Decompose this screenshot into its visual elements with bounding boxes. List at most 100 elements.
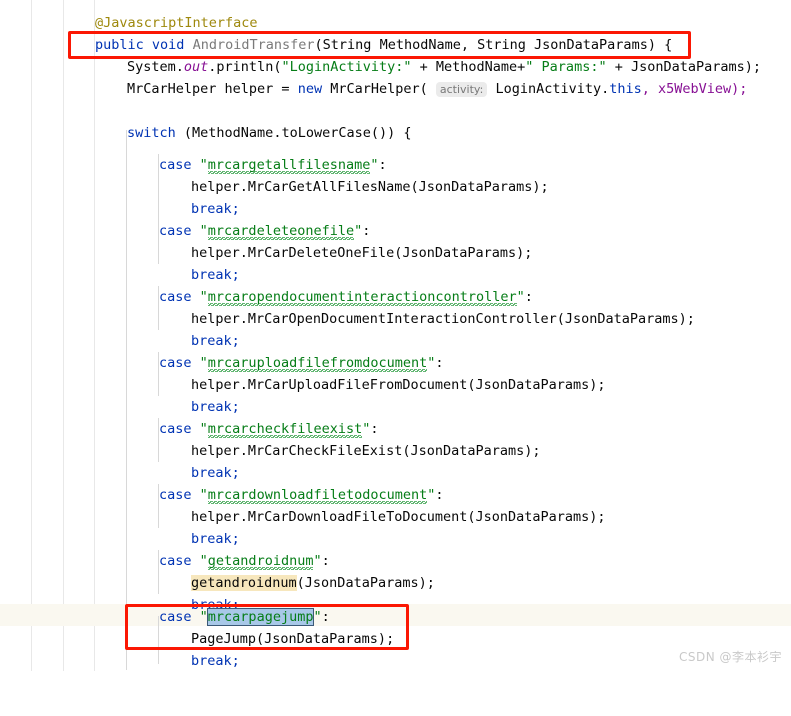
code-line-case-label[interactable]: case "mrcarcheckfileexist": bbox=[0, 418, 791, 440]
selected-text-mrcarpagejump[interactable]: mrcarpagejump bbox=[206, 608, 315, 626]
keyword-break: break; bbox=[191, 653, 240, 669]
code-line-break[interactable]: break; bbox=[0, 396, 791, 418]
code-line-break[interactable]: break; bbox=[0, 330, 791, 352]
param2-name: JsonDataParams bbox=[534, 37, 648, 53]
quote-open: " bbox=[199, 355, 208, 371]
case-label-text: mrcardownloadfiletodocument bbox=[207, 487, 428, 504]
code-line-case-label-getandroidnum[interactable]: case "getandroidnum": bbox=[0, 550, 791, 572]
quote-open: " bbox=[199, 157, 208, 173]
var-helper: helper = bbox=[216, 81, 298, 97]
static-field-out: out bbox=[183, 59, 209, 75]
arg-loginactivity: LoginActivity. bbox=[487, 81, 610, 97]
keyword-public: public bbox=[95, 37, 144, 53]
keyword-break: break; bbox=[191, 465, 240, 481]
keyword-new: new bbox=[297, 81, 323, 97]
call-arguments: (JsonDataParams); bbox=[296, 575, 435, 591]
code-line-switch[interactable]: switch (MethodName.toLowerCase()) { bbox=[0, 122, 791, 144]
keyword-break: break; bbox=[191, 333, 240, 349]
annotation-token: @JavascriptInterface bbox=[95, 15, 258, 31]
code-line-case-label[interactable]: case "mrcargetallfilesname": bbox=[0, 154, 791, 176]
keyword-case: case bbox=[159, 355, 192, 371]
case-body-call: helper.MrCarDownloadFileToDocument(JsonD… bbox=[191, 509, 606, 525]
highlighted-identifier-getandroidnum[interactable]: getandroidnum bbox=[191, 575, 297, 591]
type-MrCarHelper: MrCarHelper bbox=[127, 81, 217, 97]
keyword-break: break; bbox=[191, 531, 240, 547]
string-params: " Params:" bbox=[525, 59, 607, 75]
case-colon: : bbox=[378, 157, 387, 173]
code-line-break[interactable]: break; bbox=[0, 650, 791, 672]
keyword-this: this bbox=[609, 81, 642, 97]
code-line-case-body[interactable]: helper.MrCarDownloadFileToDocument(JsonD… bbox=[0, 506, 791, 528]
case-label-text: getandroidnum bbox=[207, 553, 314, 570]
param1-type: String bbox=[322, 37, 372, 53]
code-line-break[interactable]: break; bbox=[0, 264, 791, 286]
keyword-case: case bbox=[159, 223, 192, 239]
code-line-break[interactable]: break; bbox=[0, 462, 791, 484]
keyword-case: case bbox=[159, 157, 192, 173]
signature-open-brace: ) { bbox=[647, 37, 673, 53]
arg-x5webview: , x5WebView); bbox=[641, 81, 748, 97]
keyword-case: case bbox=[159, 609, 192, 625]
quote-close: " bbox=[313, 553, 322, 569]
method-name-AndroidTransfer: AndroidTransfer bbox=[192, 37, 315, 53]
case-body-call: helper.MrCarCheckFileExist(JsonDataParam… bbox=[191, 443, 541, 459]
keyword-break: break; bbox=[191, 201, 240, 217]
keyword-switch: switch bbox=[127, 125, 176, 141]
code-line-case-body[interactable]: helper.MrCarGetAllFilesName(JsonDataPara… bbox=[0, 176, 791, 198]
code-line-method-signature[interactable]: public void AndroidTransfer(String Metho… bbox=[0, 34, 791, 56]
quote-close: " bbox=[313, 609, 322, 625]
code-line-case-label[interactable]: case "mrcardownloadfiletodocument": bbox=[0, 484, 791, 506]
quote-open: " bbox=[199, 609, 208, 625]
keyword-case: case bbox=[159, 553, 192, 569]
quote-open: " bbox=[199, 289, 208, 305]
code-line-pagejump-call[interactable]: PageJump(JsonDataParams); bbox=[0, 628, 791, 650]
quote-open: " bbox=[199, 421, 208, 437]
code-editor[interactable]: @JavascriptInterface public void Android… bbox=[0, 0, 791, 671]
keyword-case: case bbox=[159, 487, 192, 503]
code-line-case-body[interactable]: helper.MrCarDeleteOneFile(JsonDataParams… bbox=[0, 242, 791, 264]
case-label-text: mrcaruploadfilefromdocument bbox=[207, 355, 428, 372]
csdn-watermark: CSDN @李本衫宇 bbox=[678, 650, 782, 664]
quote-open: " bbox=[199, 553, 208, 569]
code-line-case-body[interactable]: helper.MrCarOpenDocumentInteractionContr… bbox=[0, 308, 791, 330]
case-body-call: helper.MrCarUploadFileFromDocument(JsonD… bbox=[191, 377, 606, 393]
case-colon: : bbox=[321, 553, 330, 569]
code-line-break[interactable]: break; bbox=[0, 528, 791, 550]
quote-open: " bbox=[199, 223, 208, 239]
case-label-text: mrcargetallfilesname bbox=[207, 157, 371, 174]
code-line-case-label[interactable]: case "mrcaruploadfilefromdocument": bbox=[0, 352, 791, 374]
keyword-void: void bbox=[151, 37, 185, 53]
case-label-text: mrcaropendocumentinteractioncontroller bbox=[207, 289, 517, 306]
code-line-helper-declaration[interactable]: MrCarHelper helper = new MrCarHelper( ac… bbox=[0, 78, 791, 100]
case-colon: : bbox=[435, 487, 444, 503]
case-colon: : bbox=[321, 609, 330, 625]
case-colon: : bbox=[524, 289, 533, 305]
quote-open: " bbox=[199, 487, 208, 503]
code-line-break[interactable]: break; bbox=[0, 198, 791, 220]
keyword-case: case bbox=[159, 421, 192, 437]
case-label-text: mrcardeleteonefile bbox=[207, 223, 355, 240]
code-line-println[interactable]: System.out.println("LoginActivity:" + Me… bbox=[0, 56, 791, 78]
println-call: .println( bbox=[208, 59, 282, 75]
code-line-case-label-pagejump[interactable]: case "mrcarpagejump": bbox=[0, 604, 791, 626]
switch-expression: (MethodName.toLowerCase()) { bbox=[175, 125, 412, 141]
code-line-case-label[interactable]: case "mrcardeleteonefile": bbox=[0, 220, 791, 242]
case-body-call: PageJump(JsonDataParams); bbox=[191, 631, 395, 647]
parameter-hint-activity: activity: bbox=[435, 82, 488, 97]
string-loginactivity: "LoginActivity:" bbox=[281, 59, 412, 75]
code-line-case-body[interactable]: helper.MrCarUploadFileFromDocument(JsonD… bbox=[0, 374, 791, 396]
system-prefix: System. bbox=[127, 59, 184, 75]
code-line-case-body[interactable]: helper.MrCarCheckFileExist(JsonDataParam… bbox=[0, 440, 791, 462]
concat-jsondataparams: + JsonDataParams); bbox=[606, 59, 762, 75]
quote-close: " bbox=[370, 157, 379, 173]
param1-name: MethodName bbox=[379, 37, 461, 53]
code-line-annotation[interactable]: @JavascriptInterface bbox=[0, 12, 791, 34]
ctor-MrCarHelper: MrCarHelper( bbox=[322, 81, 436, 97]
case-label-text: mrcarcheckfileexist bbox=[207, 421, 363, 438]
case-body-call: helper.MrCarDeleteOneFile(JsonDataParams… bbox=[191, 245, 533, 261]
keyword-break: break; bbox=[191, 399, 240, 415]
keyword-break: break; bbox=[191, 267, 240, 283]
code-line-case-label[interactable]: case "mrcaropendocumentinteractioncontro… bbox=[0, 286, 791, 308]
keyword-case: case bbox=[159, 289, 192, 305]
code-line-getandroidnum-call[interactable]: getandroidnum(JsonDataParams); bbox=[0, 572, 791, 594]
